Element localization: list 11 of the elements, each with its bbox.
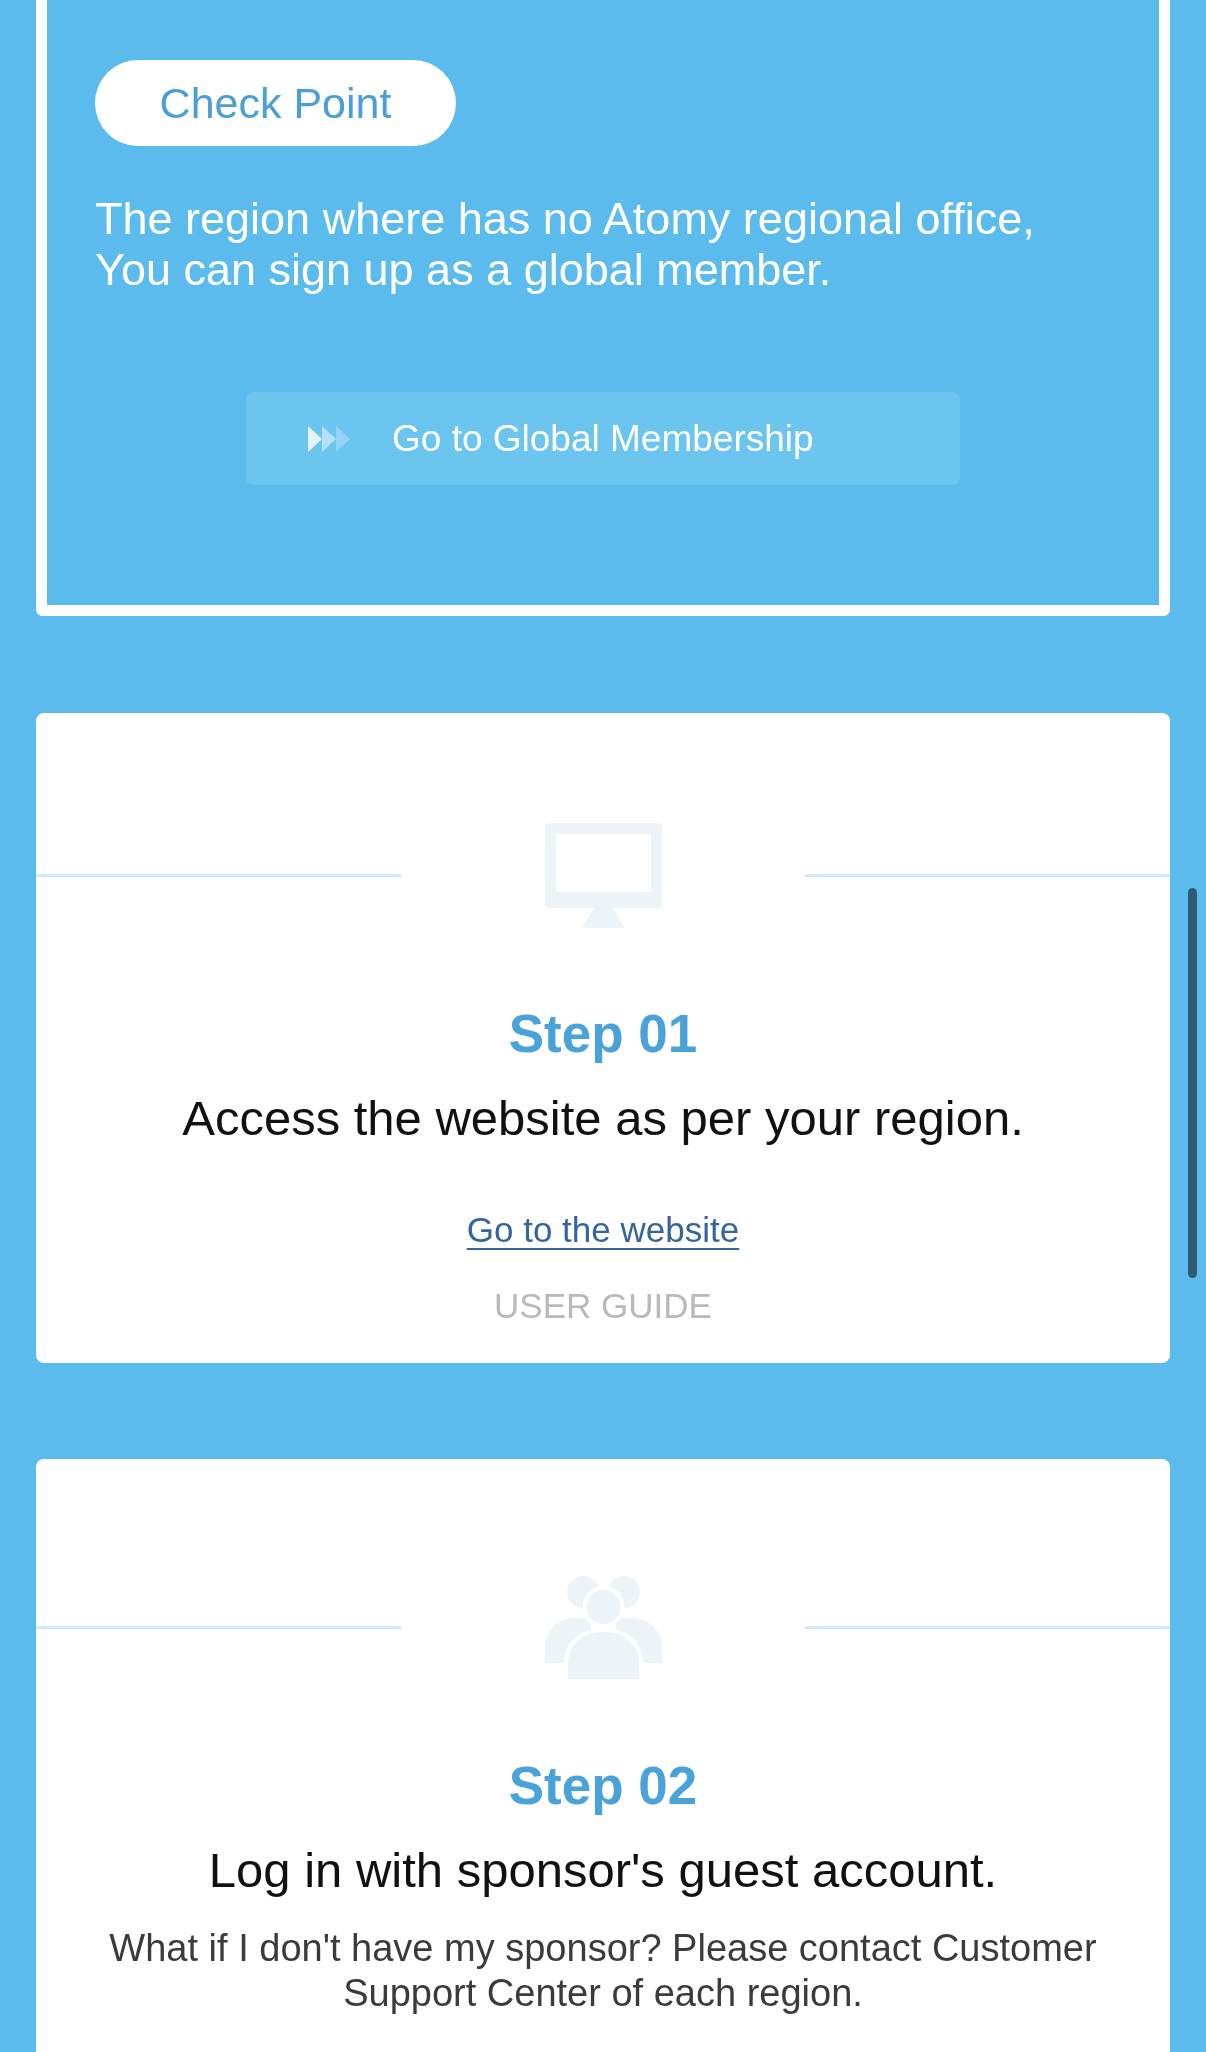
step-title: Access the website as per your region. xyxy=(181,1090,1025,1146)
triple-arrow-icon xyxy=(308,425,352,452)
step-note: What if I don't have my sponsor? Please contact Customer Support Center of each region. xyxy=(108,1926,1098,2016)
step-number: Step 01 xyxy=(507,1004,699,1064)
step-link[interactable]: Go to the website xyxy=(466,1210,740,1249)
step-title: Log in with sponsor's guest account. xyxy=(207,1842,999,1898)
scrollbar-thumb[interactable] xyxy=(1188,888,1197,1278)
step-number: Step 02 xyxy=(507,1756,699,1816)
region-message: The region where has no Atomy regional office, You can sign up as a global member. xyxy=(95,193,1036,295)
check-point-badge: Check Point xyxy=(95,60,456,146)
global-membership-button[interactable]: Go to Global Membership xyxy=(246,392,960,485)
